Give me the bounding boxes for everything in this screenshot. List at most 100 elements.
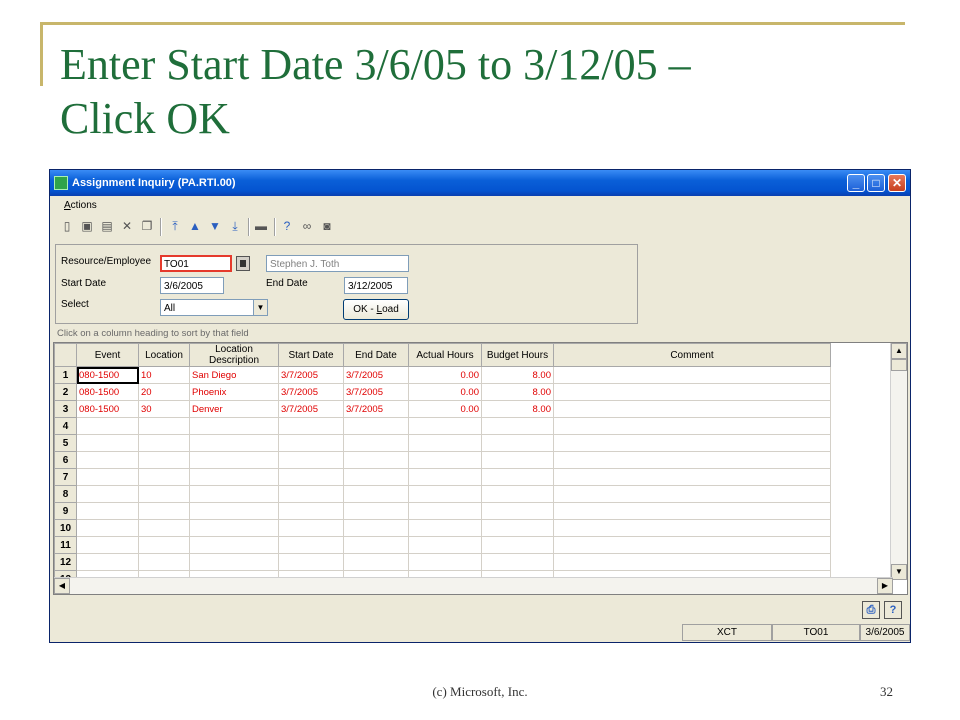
cell-location-description[interactable]: Phoenix xyxy=(189,383,279,401)
table-row[interactable]: 9 xyxy=(54,502,831,520)
cell-start-date[interactable]: 3/7/2005 xyxy=(278,383,344,401)
col-header-event[interactable]: Event xyxy=(76,343,139,367)
ok-load-button[interactable]: OK - Load xyxy=(343,299,409,320)
row-number[interactable]: 8 xyxy=(54,485,77,503)
scroll-left-icon[interactable]: ◀ xyxy=(54,578,70,594)
menu-actions[interactable]: Actions xyxy=(64,200,97,211)
slide-left-rule xyxy=(40,22,43,86)
cell-budget-hours[interactable]: 8.00 xyxy=(481,400,554,418)
col-header-comment[interactable]: Comment xyxy=(553,343,831,367)
cell-event[interactable]: 080-1500 xyxy=(76,366,139,384)
resource-field[interactable]: TO01 xyxy=(160,255,232,272)
cell-comment[interactable] xyxy=(553,366,831,384)
cell-actual-hours[interactable]: 0.00 xyxy=(408,383,482,401)
table-row[interactable]: 3 080-1500 30 Denver 3/7/2005 3/7/2005 0… xyxy=(54,400,831,418)
cell-end-date[interactable]: 3/7/2005 xyxy=(343,366,409,384)
previous-record-icon[interactable]: ▲ xyxy=(188,219,202,233)
cell-end-date[interactable]: 3/7/2005 xyxy=(343,400,409,418)
first-record-icon[interactable]: ⤒ xyxy=(168,219,182,233)
cell-event[interactable]: 080-1500 xyxy=(76,400,139,418)
row-number[interactable]: 1 xyxy=(54,366,77,384)
cell-end-date[interactable]: 3/7/2005 xyxy=(343,383,409,401)
select-dropdown[interactable]: All ▼ xyxy=(160,299,268,316)
col-header-actual-hours[interactable]: Actual Hours xyxy=(408,343,482,367)
delete-icon[interactable]: ✕ xyxy=(120,219,134,233)
minimize-button[interactable]: _ xyxy=(847,174,865,192)
cell-start-date[interactable]: 3/7/2005 xyxy=(278,400,344,418)
start-date-field[interactable]: 3/6/2005 xyxy=(160,277,224,294)
row-number[interactable]: 5 xyxy=(54,434,77,452)
toolbar-separator xyxy=(160,218,162,236)
chevron-down-icon[interactable]: ▼ xyxy=(253,300,267,315)
cell-actual-hours[interactable]: 0.00 xyxy=(408,366,482,384)
assignment-inquiry-window: Assignment Inquiry (PA.RTI.00) _ □ ✕ Act… xyxy=(49,169,911,643)
table-row[interactable]: 6 xyxy=(54,451,831,469)
print-icon[interactable]: ⎙ xyxy=(862,601,880,619)
end-date-field[interactable]: 3/12/2005 xyxy=(344,277,408,294)
toolbar-separator xyxy=(248,218,250,236)
table-row[interactable]: 11 xyxy=(54,536,831,554)
table-row[interactable]: 10 xyxy=(54,519,831,537)
last-record-icon[interactable]: ⤓ xyxy=(228,219,242,233)
slide-footer: (c) Microsoft, Inc. xyxy=(432,684,528,699)
help-icon[interactable]: ? xyxy=(884,601,902,619)
table-row[interactable]: 7 xyxy=(54,468,831,486)
camera-icon[interactable]: ◙ xyxy=(320,219,334,233)
col-header-budget-hours[interactable]: Budget Hours xyxy=(481,343,554,367)
cell-location[interactable]: 20 xyxy=(138,383,190,401)
new-icon[interactable]: ▯ xyxy=(60,219,74,233)
scroll-up-icon[interactable]: ▲ xyxy=(891,343,907,359)
scroll-thumb[interactable] xyxy=(891,359,907,371)
end-date-label: End Date xyxy=(266,278,308,289)
maximize-button[interactable]: □ xyxy=(867,174,885,192)
col-header-start-date[interactable]: Start Date xyxy=(278,343,344,367)
table-row[interactable]: 1 080-1500 10 San Diego 3/7/2005 3/7/200… xyxy=(54,366,831,384)
screen-icon[interactable]: ▬ xyxy=(254,219,268,233)
row-number[interactable]: 3 xyxy=(54,400,77,418)
toolbar: ▯ ▣ ▤ ✕ ❐ ⤒ ▲ ▼ ⤓ ▬ ? ∞ ◙ xyxy=(54,216,354,238)
row-number[interactable]: 10 xyxy=(54,519,77,537)
vertical-scrollbar[interactable]: ▲ ▼ xyxy=(890,343,907,580)
next-record-icon[interactable]: ▼ xyxy=(208,219,222,233)
cell-comment[interactable] xyxy=(553,383,831,401)
save-icon[interactable]: ▣ xyxy=(80,219,94,233)
close-button[interactable]: ✕ xyxy=(888,174,906,192)
help-icon[interactable]: ? xyxy=(280,219,294,233)
cell-actual-hours[interactable]: 0.00 xyxy=(408,400,482,418)
row-number[interactable]: 6 xyxy=(54,451,77,469)
scroll-right-icon[interactable]: ▶ xyxy=(877,578,893,594)
cell-location[interactable]: 10 xyxy=(138,366,190,384)
cell-budget-hours[interactable]: 8.00 xyxy=(481,383,554,401)
cell-start-date[interactable]: 3/7/2005 xyxy=(278,366,344,384)
row-number[interactable]: 12 xyxy=(54,553,77,571)
table-row[interactable]: 5 xyxy=(54,434,831,452)
table-row[interactable]: 8 xyxy=(54,485,831,503)
window-titlebar[interactable]: Assignment Inquiry (PA.RTI.00) _ □ ✕ xyxy=(50,170,910,196)
slide-top-rule xyxy=(40,22,905,25)
table-row[interactable]: 12 xyxy=(54,553,831,571)
scroll-down-icon[interactable]: ▼ xyxy=(891,564,907,580)
row-number[interactable]: 4 xyxy=(54,417,77,435)
cell-location[interactable]: 30 xyxy=(138,400,190,418)
row-number[interactable]: 7 xyxy=(54,468,77,486)
edit-icon[interactable]: ▤ xyxy=(100,219,114,233)
cell-event[interactable]: 080-1500 xyxy=(76,383,139,401)
row-number[interactable]: 2 xyxy=(54,383,77,401)
lookup-icon[interactable] xyxy=(236,256,250,271)
status-employee: TO01 xyxy=(772,624,860,641)
employee-name-field: Stephen J. Toth xyxy=(266,255,409,272)
cell-budget-hours[interactable]: 8.00 xyxy=(481,366,554,384)
binoculars-icon[interactable]: ∞ xyxy=(300,219,314,233)
copy-icon[interactable]: ❐ xyxy=(140,219,154,233)
horizontal-scrollbar[interactable]: ◀ ▶ xyxy=(54,577,893,594)
col-header-end-date[interactable]: End Date xyxy=(343,343,409,367)
row-number[interactable]: 9 xyxy=(54,502,77,520)
col-header-location[interactable]: Location xyxy=(138,343,190,367)
row-number[interactable]: 11 xyxy=(54,536,77,554)
table-row[interactable]: 4 xyxy=(54,417,831,435)
cell-location-description[interactable]: San Diego xyxy=(189,366,279,384)
table-row[interactable]: 2 080-1500 20 Phoenix 3/7/2005 3/7/2005 … xyxy=(54,383,831,401)
cell-location-description[interactable]: Denver xyxy=(189,400,279,418)
col-header-location-description[interactable]: Location Description xyxy=(189,343,279,367)
cell-comment[interactable] xyxy=(553,400,831,418)
